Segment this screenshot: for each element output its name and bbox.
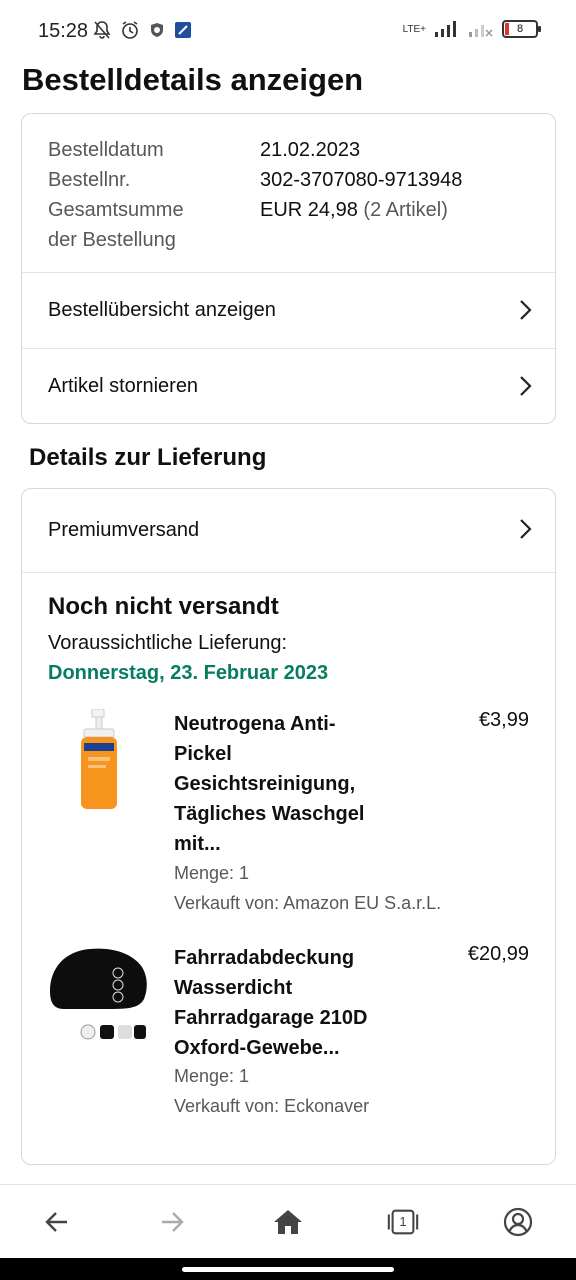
product-quantity: Menge: 1 xyxy=(174,863,250,883)
app-notification-icon xyxy=(175,22,191,38)
tab-count: 1 xyxy=(399,1214,407,1229)
cancel-items-link[interactable]: Artikel stornieren xyxy=(22,348,555,424)
product-title-line: mit... xyxy=(174,833,221,855)
chevron-right-icon xyxy=(520,376,532,396)
tabs-button[interactable]: 1 xyxy=(386,1205,420,1239)
shipping-method-label: Premiumversand xyxy=(48,519,200,541)
back-arrow-icon xyxy=(45,1212,67,1232)
order-item[interactable]: Fahrradabdeckung Wasserdicht Fahrradgara… xyxy=(22,943,555,1123)
expected-delivery-label: Voraussichtliche Lieferung: xyxy=(48,632,288,654)
order-total-label-line2: der Bestellung xyxy=(48,229,176,251)
order-number-row: Bestellnr. 302-3707080-9713948 xyxy=(48,165,538,195)
account-icon xyxy=(503,1207,533,1237)
shipment-status: Noch nicht versandt xyxy=(48,593,279,620)
forward-button[interactable] xyxy=(155,1205,189,1239)
order-number-value: 302-3707080-9713948 xyxy=(260,169,463,191)
product-image[interactable] xyxy=(46,709,151,819)
product-price: €20,99 xyxy=(467,943,529,965)
gesture-bar xyxy=(0,1258,576,1280)
signal-weak-icon xyxy=(469,25,493,37)
page-title: Bestelldetails anzeigen xyxy=(22,62,364,97)
status-time: 15:28 xyxy=(38,20,89,42)
product-seller: Verkauft von: Eckonaver xyxy=(174,1096,370,1116)
order-date-value: 21.02.2023 xyxy=(260,139,361,161)
order-item-count: (2 Artikel) xyxy=(363,199,448,221)
home-icon xyxy=(274,1210,302,1234)
account-button[interactable] xyxy=(501,1205,535,1239)
back-button[interactable] xyxy=(40,1205,74,1239)
order-total-label-line1: Gesamtsumme xyxy=(48,199,184,221)
product-title-line: Oxford-Gewebe... xyxy=(174,1037,340,1059)
product-title-line: Fahrradabdeckung xyxy=(174,947,355,969)
order-total-value: EUR 24,98 xyxy=(260,199,358,221)
product-title-line: Fahrradgarage 210D xyxy=(174,1007,368,1029)
delivery-card: Premiumversand Noch nicht versandt Vorau… xyxy=(21,488,556,1165)
bell-off-icon xyxy=(93,21,111,39)
order-info: Bestelldatum 21.02.2023 Bestellnr. 302-3… xyxy=(48,135,538,255)
signal-strength-icon xyxy=(435,21,456,37)
product-image[interactable] xyxy=(46,943,151,1053)
chevron-right-icon xyxy=(520,519,532,539)
order-item[interactable]: Neutrogena Anti- Pickel Gesichtsreinigun… xyxy=(22,709,555,919)
delivery-section-title: Details zur Lieferung xyxy=(29,444,267,471)
order-date-label: Bestelldatum xyxy=(48,139,164,161)
product-title-line: Neutrogena Anti- xyxy=(174,713,336,735)
view-order-summary-link[interactable]: Bestellübersicht anzeigen xyxy=(22,272,555,348)
order-total-row: Gesamtsumme der Bestellung EUR 24,98 (2 … xyxy=(48,195,538,255)
product-title-line: Pickel xyxy=(174,743,232,765)
product-title[interactable]: Neutrogena Anti- Pickel Gesichtsreinigun… xyxy=(174,709,429,859)
product-title-line: Tägliches Waschgel xyxy=(174,803,365,825)
order-total-value-wrap: EUR 24,98 (2 Artikel) xyxy=(260,195,448,255)
alarm-icon xyxy=(122,21,138,39)
order-date-row: Bestelldatum 21.02.2023 xyxy=(48,135,538,165)
status-bar: 15:28 LTE+ 8 xyxy=(0,0,576,50)
network-type-label: LTE+ xyxy=(402,23,426,35)
order-summary-card: Bestelldatum 21.02.2023 Bestellnr. 302-3… xyxy=(21,113,556,424)
battery-level: 8 xyxy=(516,23,524,35)
view-order-summary-label: Bestellübersicht anzeigen xyxy=(48,299,276,321)
home-gesture-pill[interactable] xyxy=(182,1267,394,1272)
product-title-line: Gesichtsreinigung, xyxy=(174,773,356,795)
battery-icon: 8 xyxy=(502,20,541,38)
product-price: €3,99 xyxy=(478,709,529,731)
cancel-items-label: Artikel stornieren xyxy=(48,375,199,397)
expected-delivery-date: Donnerstag, 23. Februar 2023 xyxy=(48,662,329,684)
home-button[interactable] xyxy=(271,1205,305,1239)
divider xyxy=(22,572,555,573)
product-title[interactable]: Fahrradabdeckung Wasserdicht Fahrradgara… xyxy=(174,943,429,1063)
shield-app-icon xyxy=(151,23,163,37)
product-quantity: Menge: 1 xyxy=(174,1066,250,1086)
product-seller: Verkauft von: Amazon EU S.a.r.L. xyxy=(174,893,442,913)
chevron-right-icon xyxy=(520,300,532,320)
forward-arrow-icon xyxy=(162,1212,184,1232)
shipping-method-link[interactable]: Premiumversand xyxy=(22,489,555,572)
bottom-navigation: 1 xyxy=(0,1184,576,1258)
product-title-line: Wasserdicht xyxy=(174,977,293,999)
order-number-label: Bestellnr. xyxy=(48,169,131,191)
order-total-label: Gesamtsumme der Bestellung xyxy=(48,195,260,255)
